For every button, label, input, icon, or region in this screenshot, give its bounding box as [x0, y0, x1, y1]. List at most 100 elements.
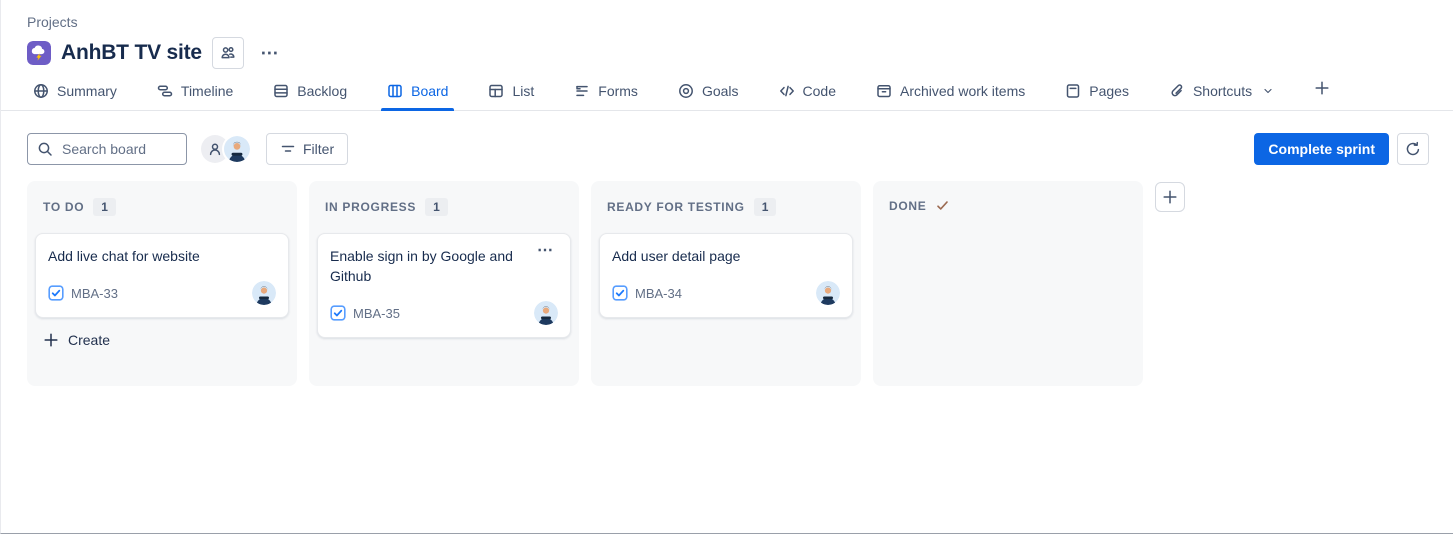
card-footer: MBA-34: [612, 281, 840, 305]
assignee-avatar[interactable]: [816, 281, 840, 305]
user-avatar[interactable]: [222, 134, 252, 164]
filter-button-label: Filter: [303, 141, 335, 157]
storm-project-icon: [27, 41, 51, 65]
column-count-badge: 1: [93, 198, 116, 216]
column-in-progress: IN PROGRESS 1 Enable sign in by Google and…: [309, 181, 579, 386]
toolbar-right: Complete sprint: [1254, 133, 1429, 165]
tab-board[interactable]: Board: [381, 82, 455, 111]
code-icon: [779, 83, 795, 99]
tab-goals[interactable]: Goals: [672, 82, 745, 110]
card-more-menu-button[interactable]: ⋯: [531, 242, 560, 260]
more-horizontal-icon: ⋯: [260, 42, 280, 63]
tab-label: Code: [802, 83, 836, 99]
tab-timeline[interactable]: Timeline: [151, 82, 239, 110]
chevron-down-icon: [1262, 85, 1274, 97]
card-title: Add live chat for website: [48, 248, 200, 264]
tab-label: Timeline: [180, 83, 234, 99]
tab-backlog[interactable]: Backlog: [267, 82, 353, 110]
tab-forms[interactable]: Forms: [568, 82, 644, 110]
project-storm-icon: [27, 41, 51, 65]
task-icon: [612, 285, 628, 301]
tab-label: List: [512, 83, 535, 99]
tab-pages[interactable]: Pages: [1059, 82, 1135, 110]
column-name: READY FOR TESTING: [607, 200, 745, 214]
tab-archived-work-items[interactable]: Archived work items: [870, 82, 1031, 110]
sprint-options-button[interactable]: [1397, 133, 1429, 165]
project-access-button[interactable]: [211, 37, 244, 69]
search-icon: [37, 141, 53, 157]
search-input[interactable]: [60, 140, 177, 158]
task-icon: [330, 305, 346, 321]
column-header: IN PROGRESS 1: [309, 181, 579, 227]
project-header: Projects AnhBT TV site ⋯: [1, 0, 1453, 69]
backlog-icon: [273, 83, 289, 99]
filter-button[interactable]: Filter: [266, 133, 349, 165]
timeline-icon: [157, 83, 173, 99]
issue-card-mba-35[interactable]: Enable sign in by Google and Github ⋯ MBA-…: [317, 233, 571, 338]
assignee-avatar-group: [201, 134, 252, 164]
tab-summary[interactable]: Summary: [27, 82, 123, 110]
tab-label: Archived work items: [899, 83, 1026, 99]
add-tab-button[interactable]: [1308, 79, 1336, 110]
column-header: TO DO 1: [27, 181, 297, 227]
list-icon: [488, 83, 504, 99]
tab-label: Summary: [57, 83, 117, 99]
column-name: DONE: [889, 198, 927, 213]
tab-code[interactable]: Code: [773, 82, 842, 110]
tab-list[interactable]: List: [482, 82, 540, 110]
person-icon: [207, 141, 223, 157]
create-button-label: Create: [68, 332, 111, 348]
search-board-box[interactable]: [27, 133, 187, 165]
tab-shortcuts[interactable]: Shortcuts: [1163, 82, 1280, 110]
people-group-icon: [220, 45, 236, 61]
complete-sprint-button[interactable]: Complete sprint: [1254, 133, 1389, 165]
plus-icon: [43, 332, 59, 348]
assignee-avatar[interactable]: [534, 301, 558, 325]
forms-icon: [574, 83, 590, 99]
column-cards: [873, 224, 1143, 230]
card-title: Add user detail page: [612, 248, 741, 264]
tab-label: Pages: [1089, 83, 1129, 99]
column-ready-for-testing: READY FOR TESTING 1 Add user detail page MB…: [591, 181, 861, 386]
column-count-badge: 1: [753, 198, 777, 216]
done-check-icon: [935, 198, 950, 213]
column-cards: Add user detail page MBA-34: [591, 227, 861, 318]
column-name: TO DO: [43, 200, 85, 214]
create-issue-button[interactable]: Create: [35, 326, 118, 354]
add-column-button[interactable]: [1155, 182, 1185, 212]
column-done: DONE: [873, 181, 1143, 386]
column-to-do: TO DO 1 Add live chat for website MBA-33 Cre…: [27, 181, 297, 386]
tab-label: Goals: [701, 83, 739, 99]
more-options-button[interactable]: ⋯: [253, 37, 286, 69]
column-header: DONE: [873, 181, 1143, 224]
filter-icon: [280, 141, 296, 157]
issue-card-mba-33[interactable]: Add live chat for website MBA-33: [35, 233, 289, 318]
jira-board-page: { "breadcrumb": { "label": "Projects" },…: [0, 0, 1453, 534]
task-icon: [48, 285, 64, 301]
sprint-icon: [1404, 140, 1422, 158]
issue-card-mba-34[interactable]: Add user detail page MBA-34: [599, 233, 853, 318]
issue-key: MBA-35: [353, 305, 400, 321]
tab-label: Board: [411, 83, 449, 99]
issue-key: MBA-33: [71, 285, 118, 301]
column-cards: Enable sign in by Google and Github ⋯ MBA-…: [309, 227, 579, 338]
column-count-badge: 1: [425, 198, 448, 216]
board-icon: [387, 83, 403, 99]
column-header: READY FOR TESTING 1: [591, 181, 861, 227]
tab-label: Shortcuts: [1192, 83, 1253, 99]
column-name: IN PROGRESS: [325, 200, 417, 214]
plus-icon: [1314, 80, 1330, 96]
archive-icon: [876, 83, 892, 99]
card-footer: MBA-33: [48, 281, 276, 305]
issue-key: MBA-34: [635, 285, 682, 301]
globe-icon: [33, 83, 49, 99]
goals-icon: [678, 83, 694, 99]
assignee-avatar[interactable]: [252, 281, 276, 305]
project-title-row: AnhBT TV site ⋯: [27, 37, 1427, 69]
plus-icon: [1162, 189, 1178, 205]
card-title: Enable sign in by Google and Github: [330, 248, 513, 284]
project-tab-bar: Summary Timeline Backlog Board List Forms Goal…: [1, 69, 1453, 111]
breadcrumb[interactable]: Projects: [27, 14, 1427, 30]
tab-label: Backlog: [297, 83, 348, 99]
board-toolbar: Filter Complete sprint: [1, 133, 1453, 165]
